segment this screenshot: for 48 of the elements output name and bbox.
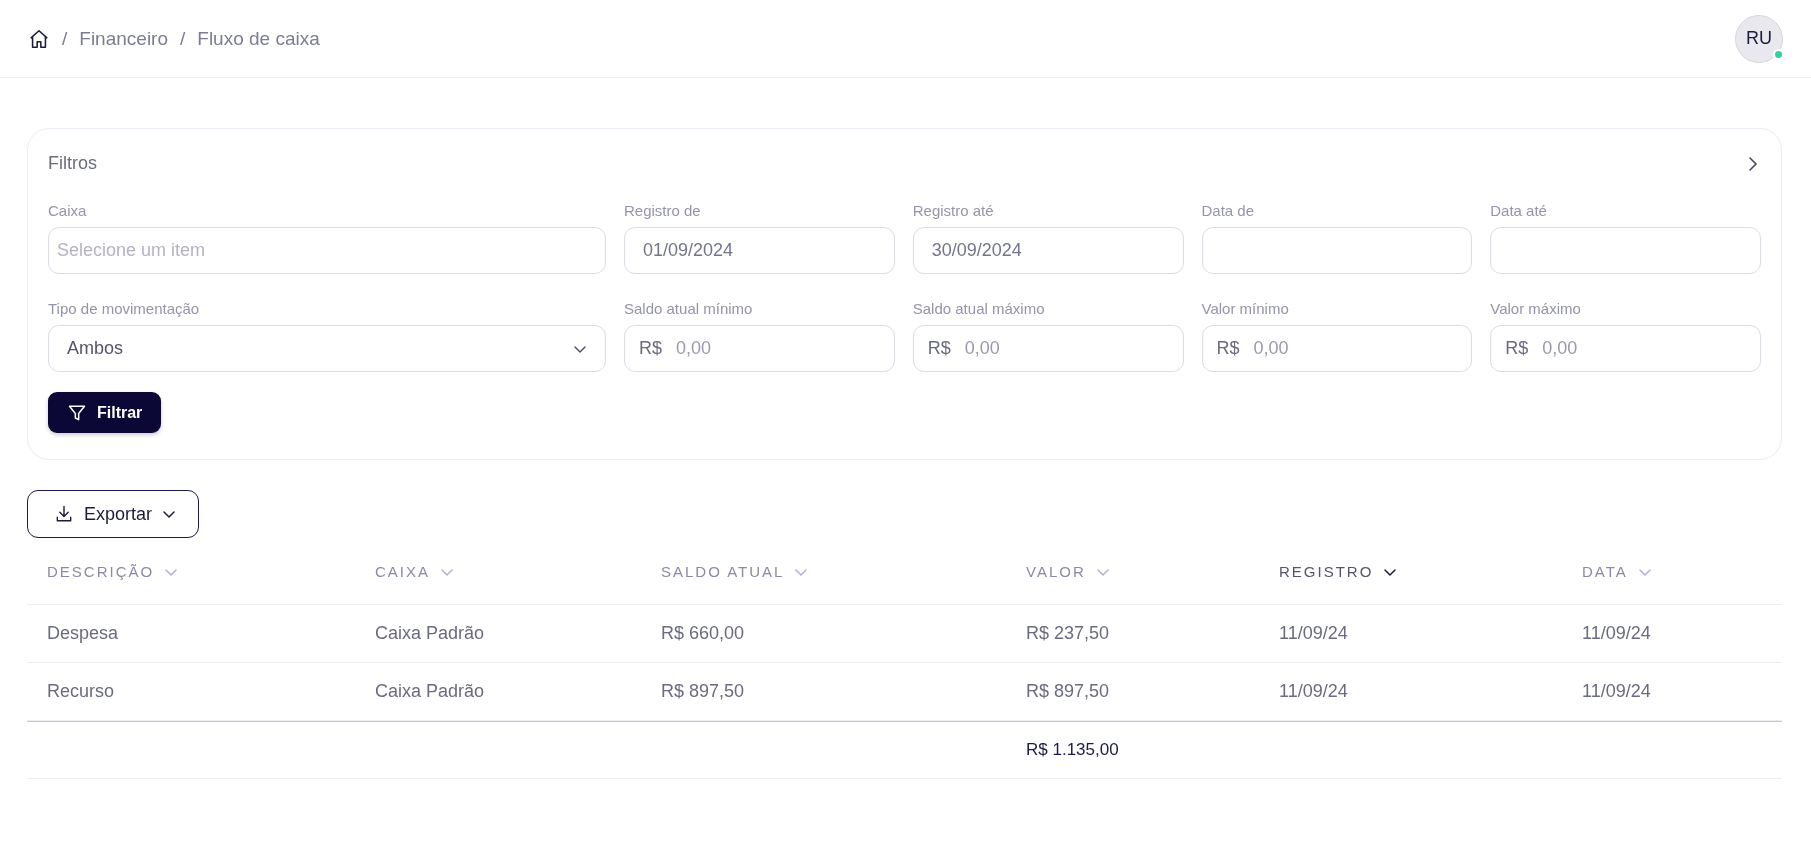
table-cell-text: 11/09/24 [1278,623,1349,644]
column-header[interactable]: SALDO ATUAL [641,563,1006,580]
home-icon[interactable] [28,27,50,50]
column-header[interactable]: REGISTRO [1259,563,1562,580]
breadcrumb-link[interactable]: Fluxo de caixa [197,27,320,50]
panel-title: Filtros [48,153,97,174]
field-label: Tipo de movimentação [48,300,201,317]
table-cell-text: Despesa [46,623,120,644]
field-label: Saldo atual mínimo [624,300,754,317]
field-label: Valor máximo [1490,300,1582,317]
table-cell-text: Caixa Padrão [374,681,486,702]
table-cell-text: 11/09/24 [1581,681,1652,702]
table-cell-text: 11/09/24 [1278,681,1349,702]
field-label: Registro de [624,202,702,219]
date-field[interactable] [1490,227,1761,274]
field-label: Registro até [912,202,995,219]
export-button[interactable]: Exportar [27,490,200,538]
currency-field[interactable]: R$ 0,00 [1201,325,1473,372]
date-field[interactable]: 30/09/2024 [912,227,1184,274]
table-cell-text: Recurso [46,681,116,702]
table-cell-text: R$ 897,50 [660,681,746,702]
download-icon [54,504,74,524]
dropdown-field[interactable]: Ambos [48,325,606,372]
currency-field[interactable]: R$ 0,00 [1490,325,1761,372]
table-cell-text: R$ 897,50 [1025,681,1111,702]
column-header[interactable]: CAIXA [355,563,641,580]
field-label: Saldo atual máximo [912,300,1046,317]
date-field[interactable]: 01/09/2024 [624,227,895,274]
table-cell-text: R$ 237,50 [1025,623,1111,644]
date-field[interactable] [1201,227,1473,274]
user-avatar[interactable]: RU [1735,14,1783,63]
field-label: Data até [1490,202,1548,219]
column-header[interactable]: DESCRIÇÃO [27,563,355,580]
field-label: Valor mínimo [1201,300,1290,317]
currency-field[interactable]: R$ 0,00 [912,325,1184,372]
breadcrumb-separator: / [180,27,186,50]
filter-button[interactable]: Filtrar [48,392,162,433]
breadcrumb-link[interactable]: Financeiro [79,27,168,50]
table-cell-text: Caixa Padrão [374,623,486,644]
total-value: R$ 1.135,00 [1025,740,1120,760]
currency-field[interactable]: R$ 0,00 [624,325,895,372]
table-cell-text: R$ 660,00 [660,623,746,644]
column-header[interactable]: DATA [1562,563,1782,580]
field-label: Caixa [48,202,88,219]
field-label: Data de [1201,202,1256,219]
breadcrumb-separator: / [62,27,68,50]
column-header[interactable]: VALOR [1006,563,1259,580]
table-cell-text: 11/09/24 [1581,623,1652,644]
